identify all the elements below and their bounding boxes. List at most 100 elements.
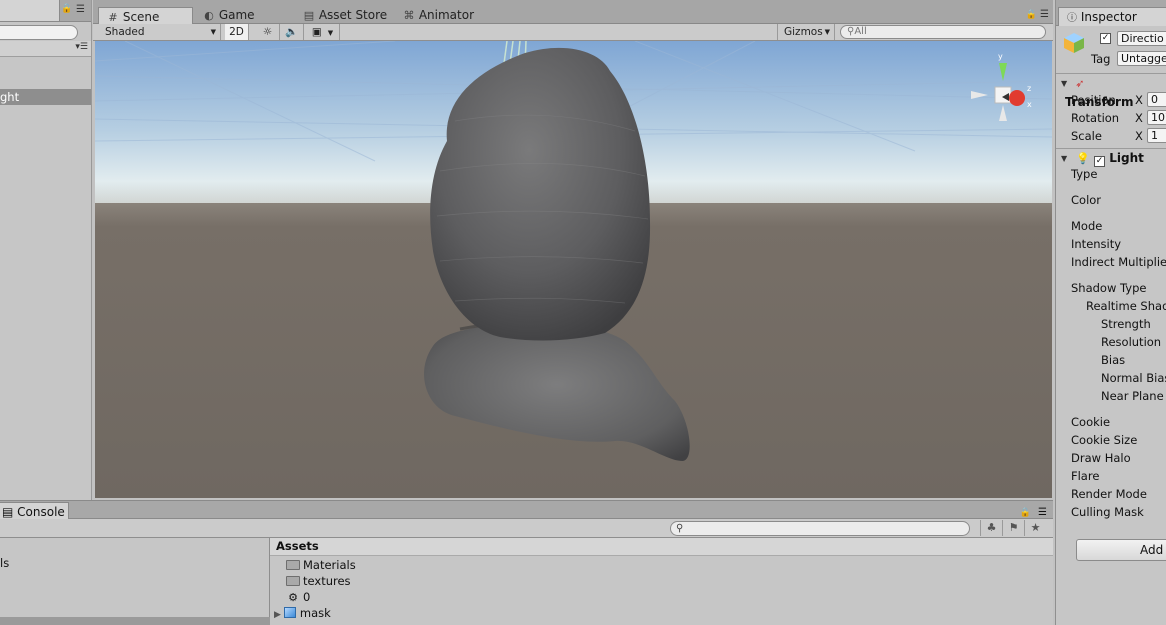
light-property-row[interactable]: Resolution (1056, 333, 1166, 351)
console-icon: ▤ (2, 505, 14, 519)
light-property-label: Draw Halo (1071, 451, 1131, 465)
chevron-down-icon: ▼ (210, 28, 216, 36)
light-property-label: Culling Mask (1071, 505, 1144, 519)
chevron-down-icon: ▼ (327, 29, 334, 37)
tab-animator[interactable]: ⌘ Animator (395, 6, 495, 24)
panel-menu-icon[interactable]: ☰ (1038, 507, 1047, 518)
tag-dropdown[interactable]: Untagge (1117, 51, 1166, 66)
draw-mode-dropdown[interactable]: Shaded ▼ (93, 24, 221, 40)
project-folder-tree: ls (0, 538, 270, 625)
svg-text:z: z (1027, 84, 1031, 93)
transform-row: Position X 0 (1056, 91, 1166, 109)
light-property-row[interactable]: Near Plane (1056, 387, 1166, 405)
tag-label: Tag (1091, 52, 1111, 66)
light-property-label: Indirect Multiplie (1071, 255, 1166, 269)
light-property-row[interactable]: Culling Mask (1056, 503, 1166, 521)
light-property-row[interactable]: Cookie (1056, 413, 1166, 431)
axis-label[interactable]: X (1135, 109, 1143, 127)
asset-item[interactable]: ▶ mask (274, 605, 331, 621)
light-property-row[interactable]: Mode (1056, 217, 1166, 235)
toggle-2d-button[interactable]: 2D (225, 24, 249, 40)
asset-name: Materials (303, 558, 356, 572)
light-property-row[interactable]: Strength (1056, 315, 1166, 333)
gameobject-active-checkbox[interactable]: ✓ (1100, 33, 1111, 44)
light-property-row[interactable]: Cookie Size (1056, 431, 1166, 449)
light-property-label: Mode (1071, 219, 1103, 233)
tab-scene[interactable]: # Scene (98, 7, 193, 25)
light-property-row[interactable]: Normal Bias (1056, 369, 1166, 387)
expand-triangle-icon[interactable]: ▶ (274, 610, 281, 620)
scene-menu-icon[interactable]: ▾☰ (75, 42, 88, 52)
add-component-button[interactable]: Add (1076, 539, 1166, 561)
light-property-row[interactable]: Intensity (1056, 235, 1166, 253)
light-property-row[interactable]: Type (1056, 165, 1166, 183)
light-property-row[interactable]: Draw Halo (1056, 449, 1166, 467)
gameobject-name-field[interactable]: Directio (1117, 31, 1166, 46)
horizontal-scrollbar[interactable] (0, 617, 270, 625)
light-property-row[interactable]: Color (1056, 191, 1166, 209)
hierarchy-search-input[interactable] (0, 25, 78, 40)
light-property-label: Render Mode (1071, 487, 1147, 501)
favorites-star-icon[interactable]: ★ (1024, 520, 1046, 536)
transform-header[interactable]: ▼ ➶ Transform (1056, 73, 1166, 109)
light-property-label: Type (1071, 167, 1098, 181)
light-property-row[interactable]: Shadow Type (1056, 279, 1166, 297)
transform-row: Scale X 1 (1056, 127, 1166, 145)
light-property-label: Cookie (1071, 415, 1111, 429)
light-property-label: Intensity (1071, 237, 1122, 251)
transform-field-label: Position (1071, 93, 1116, 107)
axis-label[interactable]: X (1135, 91, 1143, 109)
tab-animator-label: Animator (418, 8, 474, 22)
effects-dropdown[interactable]: ▣ ▼ (306, 24, 340, 40)
scene-search-input[interactable]: ⚲All (840, 25, 1046, 39)
tab-inspector[interactable]: ⓘ Inspector (1058, 7, 1166, 26)
tab-console[interactable]: ▤ Console (0, 502, 69, 520)
light-property-row[interactable]: Render Mode (1056, 485, 1166, 503)
axis-label[interactable]: X (1135, 127, 1143, 145)
lighting-toggle[interactable]: ☼ (256, 24, 280, 40)
tab-game-label: Game (218, 8, 255, 22)
hierarchy-item-selected[interactable]: ght (0, 89, 91, 105)
light-property-row[interactable]: Realtime Shad (1056, 297, 1166, 315)
svg-text:x: x (1027, 100, 1032, 109)
folder-icon (286, 560, 300, 570)
light-property-row[interactable]: Indirect Multiplie (1056, 253, 1166, 271)
light-property-label: Flare (1071, 469, 1100, 483)
lock-icon[interactable]: 🔒 (1026, 10, 1037, 20)
hierarchy-scene-header: ▾☰ (0, 41, 91, 57)
transform-value-field[interactable]: 1 (1147, 128, 1166, 143)
scene-viewport[interactable]: y z x (95, 41, 1052, 498)
gizmos-dropdown[interactable]: Gizmos ▼ (777, 24, 835, 40)
tab-scene-label: Scene (122, 10, 160, 24)
panel-menu-icon[interactable]: ☰ (1040, 9, 1049, 20)
assets-breadcrumb[interactable]: Assets (270, 538, 1053, 556)
tab-game[interactable]: ◐ Game (195, 6, 291, 24)
light-property-label: Normal Bias (1101, 371, 1166, 385)
console-tab-bar: ▤ Console 🔒 ☰ (0, 500, 1053, 520)
draw-mode-label: Shaded (105, 26, 145, 38)
tab-asset-store[interactable]: ▤ Asset Store (295, 6, 391, 24)
light-property-row[interactable]: Bias (1056, 351, 1166, 369)
asset-item[interactable]: textures (286, 573, 351, 589)
filter-by-type-icon[interactable]: ♣ (980, 520, 1002, 536)
lock-icon[interactable]: 🔒 (61, 5, 72, 14)
light-property-label: Resolution (1101, 335, 1162, 349)
audio-toggle[interactable]: 🔈 (280, 24, 304, 40)
animator-icon: ⌘ (403, 9, 415, 22)
folder-tree-item[interactable]: ls (0, 556, 9, 570)
filter-by-label-icon[interactable]: ⚑ (1002, 520, 1024, 536)
transform-value-field[interactable]: 0 (1147, 92, 1166, 107)
transform-field-label: Scale (1071, 129, 1102, 143)
project-search-input[interactable]: ⚲ (670, 521, 970, 536)
hierarchy-tab[interactable] (0, 0, 60, 22)
transform-value-field[interactable]: 107 (1147, 110, 1166, 125)
image-icon: ▣ (311, 26, 322, 38)
panel-menu-icon[interactable]: ☰ (76, 4, 85, 15)
light-property-row[interactable]: Flare (1056, 467, 1166, 485)
lock-icon[interactable]: 🔒 (1020, 508, 1031, 518)
asset-item[interactable]: Materials (286, 557, 356, 573)
hierarchy-panel: 🔒 ☰ ▾☰ ght (0, 0, 92, 500)
search-icon: ⚲ (676, 523, 684, 534)
asset-item[interactable]: ⚙ 0 (286, 589, 310, 605)
light-property-label: Bias (1101, 353, 1126, 367)
